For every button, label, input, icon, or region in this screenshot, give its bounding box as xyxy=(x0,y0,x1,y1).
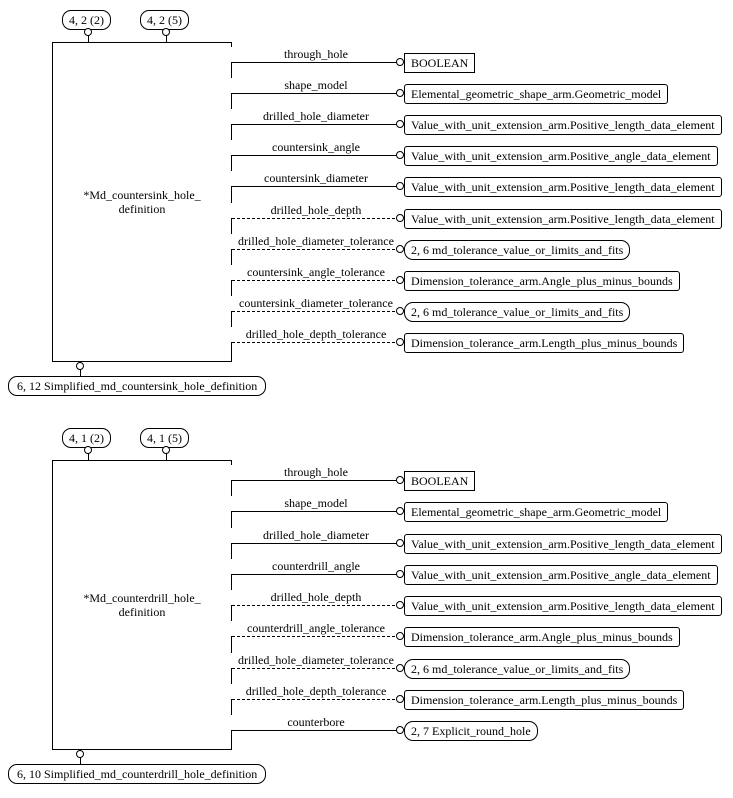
connector-circle xyxy=(396,476,404,484)
reference-type: Value_with_unit_extension_arm.Positive_l… xyxy=(404,534,722,554)
connector-circle xyxy=(162,446,170,454)
connector-circle xyxy=(84,446,92,454)
connector-circle xyxy=(396,58,404,66)
connector-circle xyxy=(76,362,84,370)
page-ref: 4, 2 (5) xyxy=(140,10,189,30)
attribute-label: drilled_hole_depth_tolerance xyxy=(226,327,406,342)
attribute-label: through_hole xyxy=(226,465,406,480)
attribute-label: drilled_hole_diameter xyxy=(226,528,406,543)
reference-type: Value_with_unit_extension_arm.Positive_l… xyxy=(404,177,722,197)
connector-circle xyxy=(162,28,170,36)
attribute-label: counterdrill_angle xyxy=(226,559,406,574)
connector-circle xyxy=(396,214,404,222)
attribute-label: countersink_angle xyxy=(226,140,406,155)
connector-circle xyxy=(396,245,404,253)
connector-circle xyxy=(396,276,404,284)
attribute-label: counterbore xyxy=(226,715,406,730)
connector-circle xyxy=(396,151,404,159)
reference-type: Dimension_tolerance_arm.Length_plus_minu… xyxy=(404,690,684,710)
reference-type: Elemental_geometric_shape_arm.Geometric_… xyxy=(404,502,668,522)
reference-type: 2, 7 Explicit_round_hole xyxy=(404,721,538,741)
connector-circle xyxy=(396,120,404,128)
attribute-label: countersink_diameter xyxy=(226,171,406,186)
subtype-page-ref: 6, 12 Simplified_md_countersink_hole_def… xyxy=(8,376,266,396)
reference-type: BOOLEAN xyxy=(404,53,475,73)
attribute-label: countersink_angle_tolerance xyxy=(226,265,406,280)
connector-circle xyxy=(396,539,404,547)
attribute-label: shape_model xyxy=(226,78,406,93)
reference-type: Value_with_unit_extension_arm.Positive_l… xyxy=(404,115,722,135)
connector-circle xyxy=(396,182,404,190)
page-ref: 4, 1 (5) xyxy=(140,428,189,448)
connector-circle xyxy=(396,695,404,703)
reference-type: Elemental_geometric_shape_arm.Geometric_… xyxy=(404,84,668,104)
attribute-label: counterdrill_angle_tolerance xyxy=(226,621,406,636)
attribute-label: drilled_hole_diameter_tolerance xyxy=(226,234,406,249)
attribute-label: countersink_diameter_tolerance xyxy=(226,296,406,311)
attribute-label: drilled_hole_depth xyxy=(226,590,406,605)
attribute-label: drilled_hole_diameter xyxy=(226,109,406,124)
connector-circle xyxy=(396,664,404,672)
attribute-label: drilled_hole_depth xyxy=(226,203,406,218)
subtype-page-ref: 6, 10 Simplified_md_counterdrill_hole_de… xyxy=(8,764,266,784)
connector-circle xyxy=(396,601,404,609)
attribute-label: through_hole xyxy=(226,47,406,62)
page-ref: 4, 1 (2) xyxy=(62,428,111,448)
connector-circle xyxy=(396,726,404,734)
reference-type: Dimension_tolerance_arm.Angle_plus_minus… xyxy=(404,271,680,291)
connector-circle xyxy=(396,507,404,515)
attribute-label: shape_model xyxy=(226,496,406,511)
reference-type: Value_with_unit_extension_arm.Positive_l… xyxy=(404,209,722,229)
reference-type: Value_with_unit_extension_arm.Positive_l… xyxy=(404,596,722,616)
connector-circle xyxy=(76,750,84,758)
connector-circle xyxy=(396,338,404,346)
entity-box: *Md_countersink_hole_definition xyxy=(52,42,232,362)
reference-type: 2, 6 md_tolerance_value_or_limits_and_fi… xyxy=(404,659,630,679)
connector-circle xyxy=(396,570,404,578)
reference-type: 2, 6 md_tolerance_value_or_limits_and_fi… xyxy=(404,302,630,322)
reference-type: Value_with_unit_extension_arm.Positive_a… xyxy=(404,565,718,585)
reference-type: BOOLEAN xyxy=(404,471,475,491)
connector-circle xyxy=(396,89,404,97)
reference-type: Dimension_tolerance_arm.Angle_plus_minus… xyxy=(404,627,680,647)
entity-box: *Md_counterdrill_hole_definition xyxy=(52,460,232,750)
connector-circle xyxy=(84,28,92,36)
page-ref: 4, 2 (2) xyxy=(62,10,111,30)
connector-circle xyxy=(396,307,404,315)
attribute-label: drilled_hole_diameter_tolerance xyxy=(226,653,406,668)
reference-type: Value_with_unit_extension_arm.Positive_a… xyxy=(404,146,718,166)
connector-circle xyxy=(396,632,404,640)
reference-type: Dimension_tolerance_arm.Length_plus_minu… xyxy=(404,333,684,353)
attribute-label: drilled_hole_depth_tolerance xyxy=(226,684,406,699)
reference-type: 2, 6 md_tolerance_value_or_limits_and_fi… xyxy=(404,240,630,260)
